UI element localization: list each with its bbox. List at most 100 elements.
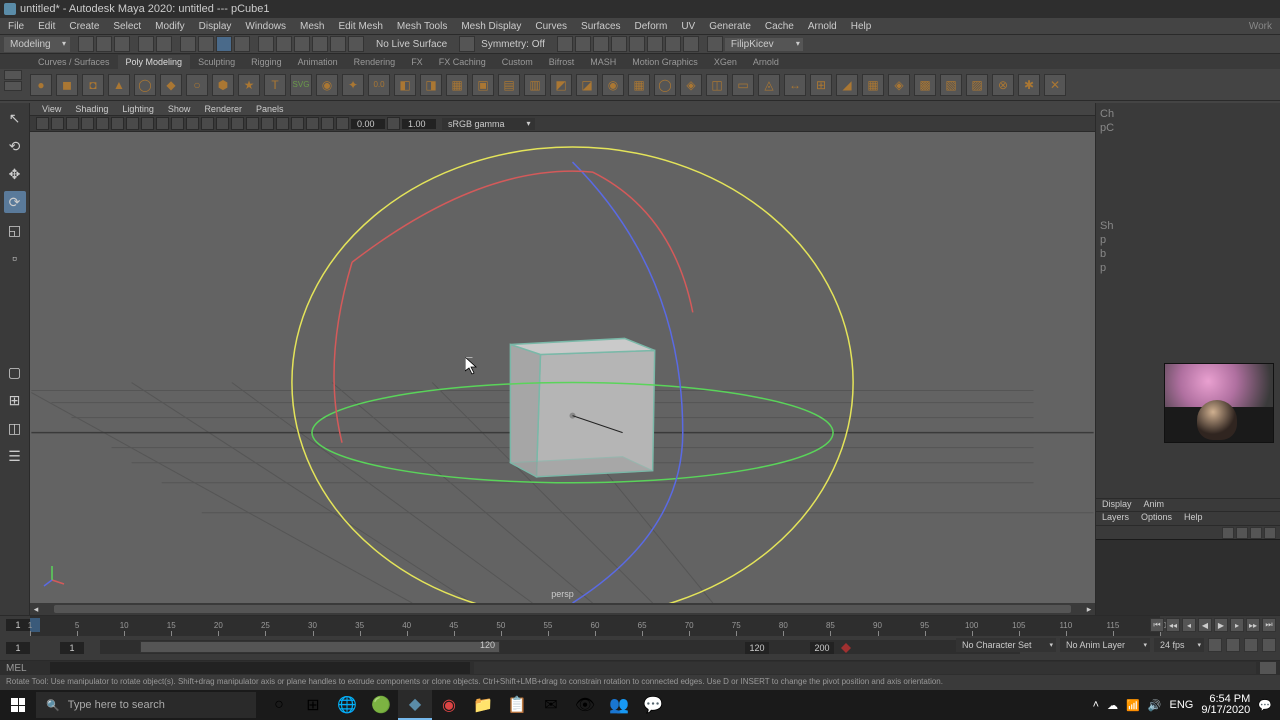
planar-icon[interactable]: ▧ [940, 74, 962, 96]
open-scene-button[interactable] [96, 36, 112, 52]
vp-shading[interactable]: Shading [69, 104, 114, 114]
menu-mesh-tools[interactable]: Mesh Tools [391, 20, 453, 33]
vp-gamma-value[interactable]: 1.00 [402, 119, 436, 129]
extrude-icon[interactable]: ▣ [472, 74, 494, 96]
discord-icon[interactable]: 💬 [636, 690, 670, 720]
chrome-icon[interactable]: 🟢 [364, 690, 398, 720]
menu-arnold[interactable]: Arnold [802, 20, 843, 33]
script-editor-button[interactable] [1260, 662, 1276, 674]
vp-panels[interactable]: Panels [250, 104, 290, 114]
vp-field-chart[interactable] [156, 117, 169, 130]
contour-icon[interactable]: ✱ [1018, 74, 1040, 96]
fps-dropdown[interactable]: 24 fps [1154, 638, 1204, 652]
poly-superellipse-icon[interactable]: ★ [238, 74, 260, 96]
select-hier-button[interactable] [198, 36, 214, 52]
cmd-lang-label[interactable]: MEL [0, 663, 50, 674]
shelf-tab-fx[interactable]: FX [403, 55, 431, 69]
menu-deform[interactable]: Deform [629, 20, 674, 33]
slide-icon[interactable]: ↔ [784, 74, 806, 96]
two-pane-side-button[interactable]: ◫ [4, 417, 26, 439]
menu-help[interactable]: Help [845, 20, 878, 33]
prefs-button[interactable] [1262, 638, 1276, 652]
shelf-mini-button[interactable] [4, 81, 22, 91]
smooth-icon[interactable]: ◉ [602, 74, 624, 96]
menu-mesh-display[interactable]: Mesh Display [455, 20, 527, 33]
character-set-dropdown[interactable]: No Character Set [956, 638, 1056, 652]
last-tool[interactable]: ▫ [4, 247, 26, 269]
menu-windows[interactable]: Windows [239, 20, 292, 33]
range-slider[interactable]: 120 [100, 640, 1020, 654]
select-comp-button[interactable] [234, 36, 250, 52]
snap-point-button[interactable] [294, 36, 310, 52]
menu-file[interactable]: File [2, 20, 30, 33]
vp-exposure-value[interactable]: 0.00 [351, 119, 385, 129]
menu-edit-mesh[interactable]: Edit Mesh [332, 20, 388, 33]
select-obj-button[interactable] [216, 36, 232, 52]
layer-move-up[interactable] [1222, 527, 1234, 539]
move-tool[interactable]: ✥ [4, 163, 26, 185]
vp-gate-mask[interactable] [141, 117, 154, 130]
vp-show[interactable]: Show [162, 104, 197, 114]
bool-union-icon[interactable]: ▦ [446, 74, 468, 96]
vp-image-plane[interactable] [66, 117, 79, 130]
vp-lights[interactable] [246, 117, 259, 130]
account-icon[interactable] [707, 36, 723, 52]
undo-button[interactable] [138, 36, 154, 52]
menu-modify[interactable]: Modify [149, 20, 190, 33]
poly-svg-icon[interactable]: SVG [290, 74, 312, 96]
menu-create[interactable]: Create [63, 20, 105, 33]
notifications-icon[interactable]: 💬 [1258, 699, 1272, 712]
ipr-pause-button[interactable] [665, 36, 681, 52]
insert-edge-icon[interactable]: ▭ [732, 74, 754, 96]
uv-icon[interactable]: ▩ [914, 74, 936, 96]
range-max-field[interactable]: 200 [810, 642, 834, 654]
history-button[interactable] [557, 36, 573, 52]
soft-select-icon[interactable]: ◉ [316, 74, 338, 96]
tray-volume-icon[interactable]: 🔊 [1148, 699, 1162, 712]
poly-plane-icon[interactable]: ◆ [160, 74, 182, 96]
render-globals-button[interactable] [629, 36, 645, 52]
vp-textured[interactable] [231, 117, 244, 130]
vp-bookmark[interactable] [51, 117, 64, 130]
command-input[interactable] [50, 662, 470, 674]
vp-safe-action[interactable] [171, 117, 184, 130]
taskbar-search[interactable]: 🔍 Type here to search [36, 692, 256, 718]
render-button[interactable] [575, 36, 591, 52]
vp-renderer[interactable]: Renderer [198, 104, 248, 114]
vp-gamma-icon[interactable] [387, 117, 400, 130]
mirror-icon[interactable]: ◪ [576, 74, 598, 96]
play-back-button[interactable]: ◀ [1198, 618, 1212, 632]
go-to-end-button[interactable]: ⏭ [1262, 618, 1276, 632]
shelf-tab-curves[interactable]: Curves / Surfaces [30, 55, 118, 69]
scroll-left-icon[interactable]: ◂ [30, 604, 42, 615]
multicut-icon[interactable]: ◫ [706, 74, 728, 96]
lattice-icon[interactable]: ▦ [862, 74, 884, 96]
vp-2d-zoom[interactable] [81, 117, 94, 130]
quad-draw-icon[interactable]: ⊞ [810, 74, 832, 96]
tray-cloud-icon[interactable]: ☁ [1107, 699, 1118, 712]
start-button[interactable] [0, 690, 36, 720]
pause-render-button[interactable] [647, 36, 663, 52]
vp-wire-shaded[interactable] [201, 117, 214, 130]
shelf-tab-mash[interactable]: MASH [582, 55, 624, 69]
combine-icon[interactable]: ◧ [394, 74, 416, 96]
menu-generate[interactable]: Generate [703, 20, 757, 33]
append-icon[interactable]: ◩ [550, 74, 572, 96]
save-scene-button[interactable] [114, 36, 130, 52]
notes-icon[interactable]: 📋 [500, 690, 534, 720]
select-mode-button[interactable] [180, 36, 196, 52]
four-pane-button[interactable]: ⊞ [4, 389, 26, 411]
play-pause-button[interactable] [683, 36, 699, 52]
sculpt-tool-icon[interactable]: ✦ [342, 74, 364, 96]
teams-icon[interactable]: 👥 [602, 690, 636, 720]
vp-motion-blur[interactable] [291, 117, 304, 130]
vp-grid[interactable] [96, 117, 109, 130]
shelf-toggle-button[interactable] [4, 70, 22, 80]
scroll-right-icon[interactable]: ▸ [1083, 604, 1095, 615]
menu-cache[interactable]: Cache [759, 20, 800, 33]
menu-surfaces[interactable]: Surfaces [575, 20, 626, 33]
step-back-button[interactable]: ◂ [1182, 618, 1196, 632]
go-to-start-button[interactable]: ⏮ [1150, 618, 1164, 632]
range-slider-thumb[interactable] [140, 641, 500, 653]
auto-icon[interactable]: ⊗ [992, 74, 1014, 96]
